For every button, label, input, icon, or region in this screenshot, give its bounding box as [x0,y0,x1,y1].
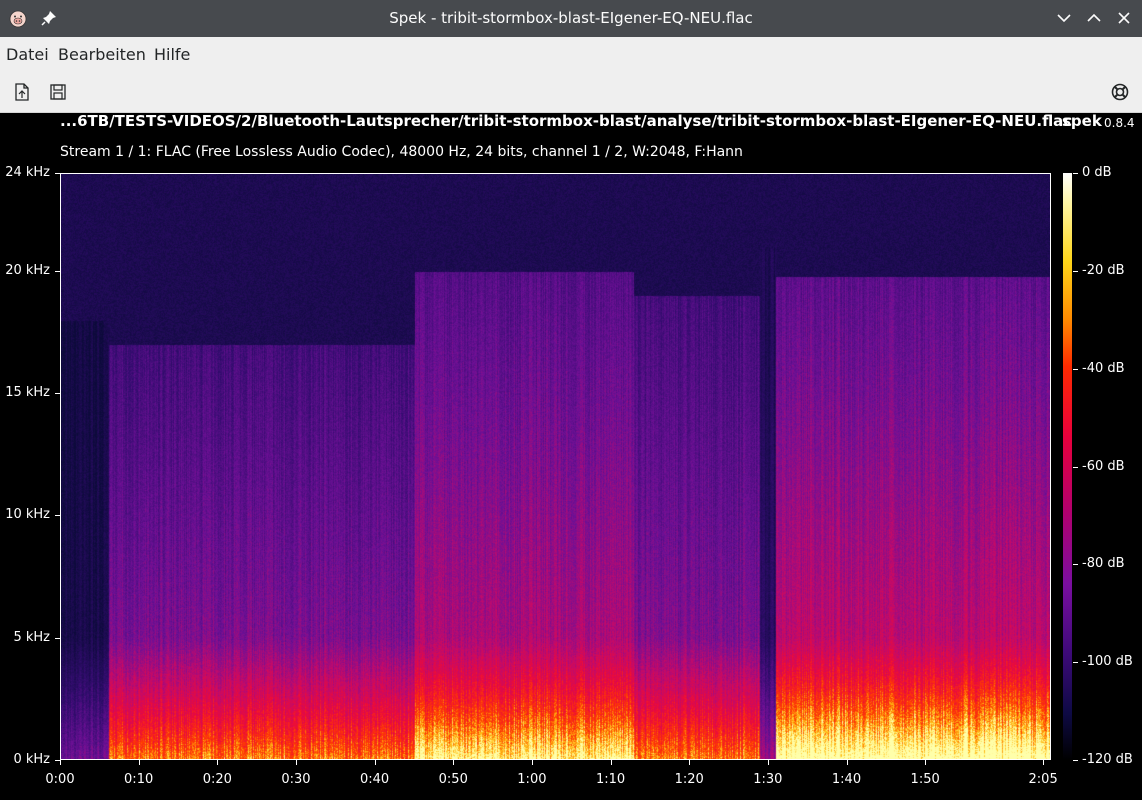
x-tick-label: 1:50 [910,772,940,787]
save-icon[interactable] [48,82,68,102]
spectrogram-canvas [61,174,1050,759]
x-tick-label: 0:40 [359,772,390,787]
y-tick-mark [55,270,60,272]
spectrogram-view: ...6TB/TESTS-VIDEOS/2/Bluetooth-Lautspre… [0,113,1142,800]
x-tick-label: 1:30 [753,772,783,787]
spectrogram-plot[interactable] [60,173,1051,760]
x-tick-label: 0:10 [124,772,154,787]
open-file-icon[interactable] [12,82,32,102]
db-tick-mark [1073,270,1078,272]
x-tick-mark [217,760,219,765]
app-name: spek [1062,112,1102,130]
menu-datei[interactable]: Datei [6,45,49,64]
menu-hilfe[interactable]: Hilfe [154,45,190,64]
file-path: ...6TB/TESTS-VIDEOS/2/Bluetooth-Lautspre… [60,112,1073,130]
window-title: Spek - tribit-stormbox-blast-EIgener-EQ-… [389,9,753,27]
minimize-icon[interactable] [1054,8,1074,28]
db-tick-label: -60 dB [1082,458,1125,474]
x-tick-label: 0:20 [202,772,232,787]
db-tick-mark [1073,564,1078,566]
x-tick-label: 1:20 [674,772,704,787]
menubar: Datei Bearbeiten Hilfe [0,37,1142,72]
y-tick-label: 0 kHz [13,752,50,767]
x-tick-mark [60,760,61,765]
maximize-icon[interactable] [1084,8,1104,28]
lifebuoy-icon[interactable] [1110,82,1130,102]
y-tick-mark [55,637,60,639]
x-tick-label: 0:50 [438,772,468,787]
x-tick-mark [295,760,297,765]
x-tick-label: 1:00 [517,772,547,787]
db-tick-label: 0 dB [1082,165,1112,180]
db-tick-mark [1073,466,1078,468]
x-tick-mark [453,760,455,765]
x-tick-mark [925,760,927,765]
x-tick-mark [846,760,848,765]
x-tick-label: 2:05 [1028,772,1058,787]
x-tick-mark [689,760,691,765]
db-tick-label: -40 dB [1082,360,1125,376]
db-tick-label: -20 dB [1082,262,1125,278]
db-tick-mark [1073,760,1078,761]
x-tick-mark [374,760,376,765]
toolbar [0,72,1142,113]
y-tick-label: 24 kHz [5,165,50,180]
y-tick-mark [55,393,60,395]
db-tick-label: -100 dB [1082,654,1133,670]
y-tick-label: 20 kHz [5,262,50,278]
y-tick-mark [55,173,60,174]
y-tick-mark [55,515,60,517]
window-titlebar: Spek - tribit-stormbox-blast-EIgener-EQ-… [0,0,1142,37]
x-tick-label: 1:40 [831,772,862,787]
db-tick-label: -120 dB [1082,752,1133,767]
x-tick-mark [138,760,140,765]
db-tick-mark [1073,173,1078,174]
x-tick-label: 0:30 [281,772,311,787]
x-tick-mark [1043,760,1045,765]
y-tick-label: 15 kHz [5,385,50,401]
y-tick-label: 5 kHz [13,629,50,645]
x-tick-mark [610,760,612,765]
stream-info: Stream 1 / 1: FLAC (Free Lossless Audio … [60,144,743,160]
x-tick-label: 1:10 [595,772,626,787]
db-tick-label: -80 dB [1082,556,1125,572]
app-version: 0.8.4 [1104,116,1135,130]
x-tick-mark [767,760,769,765]
close-icon[interactable] [1114,8,1134,28]
menu-bearbeiten[interactable]: Bearbeiten [58,45,146,64]
y-tick-label: 10 kHz [5,507,50,523]
db-tick-mark [1073,368,1078,370]
x-tick-label: 0:00 [45,772,75,787]
db-colorbar [1063,173,1072,760]
x-tick-mark [531,760,533,765]
db-tick-mark [1073,662,1078,664]
